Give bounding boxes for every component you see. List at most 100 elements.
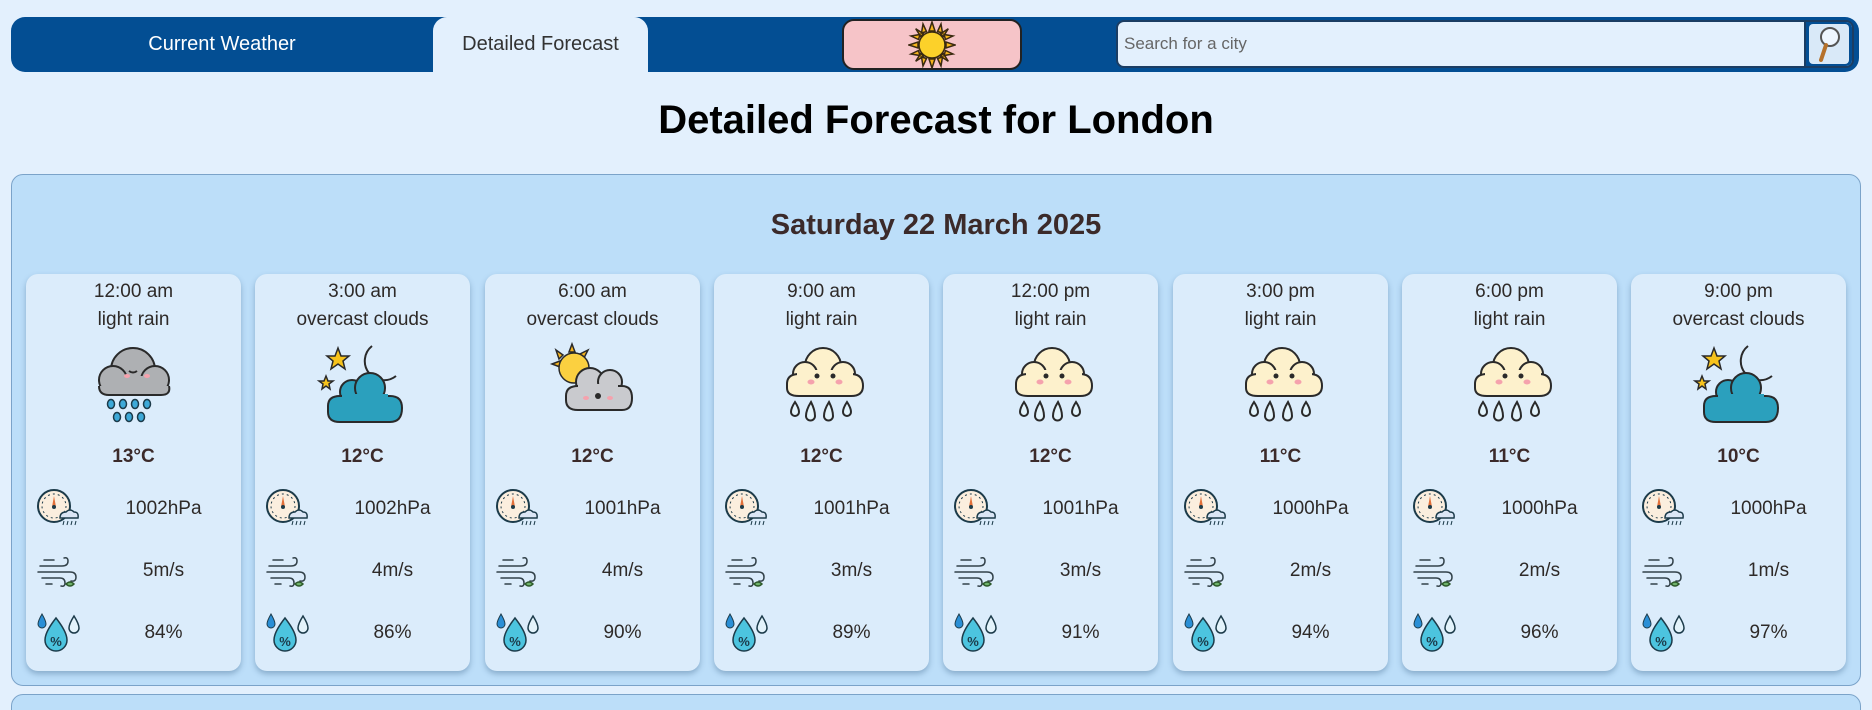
forecast-card: 6:00 pm light rain 11°C 1000hPa 2m/s % 9… xyxy=(1402,274,1617,671)
svg-text:%: % xyxy=(509,634,521,649)
rain-cloud-icon xyxy=(771,338,871,428)
forecast-temperature: 12°C xyxy=(341,446,384,467)
humidity-icon: % xyxy=(724,612,768,656)
forecast-time: 3:00 am xyxy=(328,281,397,302)
forecast-temperature: 11°C xyxy=(1259,446,1302,467)
forecast-time: 6:00 am xyxy=(558,281,627,302)
pressure-gauge-icon xyxy=(1412,488,1456,532)
night-cloud-icon xyxy=(1688,338,1788,428)
wind-row: 5m/s xyxy=(26,550,241,594)
wind-value: 3m/s xyxy=(1059,560,1102,581)
wind-value: 4m/s xyxy=(601,560,644,581)
humidity-row: % 94% xyxy=(1173,612,1388,656)
pressure-value: 1000hPa xyxy=(1272,498,1349,519)
humidity-value: 90% xyxy=(603,622,642,643)
pressure-row: 1001hPa xyxy=(485,488,700,532)
pressure-row: 1000hPa xyxy=(1402,488,1617,532)
pressure-gauge-icon xyxy=(1641,488,1685,532)
pressure-gauge-icon xyxy=(36,488,80,532)
sun-cloud-icon xyxy=(542,338,642,428)
day-title: Saturday 22 March 2025 xyxy=(770,209,1102,241)
forecast-card: 9:00 pm overcast clouds 10°C 1000hPa 1m/… xyxy=(1631,274,1846,671)
wind-icon xyxy=(1641,550,1685,594)
humidity-value: 96% xyxy=(1520,622,1559,643)
forecast-description: light rain xyxy=(1244,309,1317,330)
magnifier-icon xyxy=(1819,27,1840,62)
wind-row: 3m/s xyxy=(943,550,1158,594)
humidity-value: 84% xyxy=(144,622,183,643)
forecast-card: 12:00 am light rain 13°C 1002hPa 5m/s % … xyxy=(26,274,241,671)
pressure-row: 1002hPa xyxy=(26,488,241,532)
forecast-card: 3:00 am overcast clouds 12°C 1002hPa 4m/… xyxy=(255,274,470,671)
pressure-row: 1000hPa xyxy=(1631,488,1846,532)
svg-text:%: % xyxy=(1655,634,1667,649)
wind-icon xyxy=(724,550,768,594)
wind-icon xyxy=(265,550,309,594)
wind-value: 2m/s xyxy=(1289,560,1332,581)
pressure-gauge-icon xyxy=(724,488,768,532)
humidity-icon: % xyxy=(1412,612,1456,656)
svg-text:%: % xyxy=(50,634,62,649)
search-button[interactable] xyxy=(1804,22,1852,66)
forecast-temperature: 12°C xyxy=(800,446,843,467)
forecast-card: 12:00 pm light rain 12°C 1001hPa 3m/s % … xyxy=(943,274,1158,671)
humidity-row: % 96% xyxy=(1402,612,1617,656)
pressure-row: 1001hPa xyxy=(714,488,929,532)
theme-toggle-button[interactable] xyxy=(842,19,1022,70)
search-input[interactable] xyxy=(1118,22,1802,66)
grey-rain-cloud-icon xyxy=(83,338,183,428)
forecast-temperature: 11°C xyxy=(1488,446,1531,467)
humidity-row: % 97% xyxy=(1631,612,1846,656)
humidity-icon: % xyxy=(265,612,309,656)
wind-row: 2m/s xyxy=(1173,550,1388,594)
page-title: Detailed Forecast for London xyxy=(658,98,1214,142)
wind-icon xyxy=(1412,550,1456,594)
svg-text:%: % xyxy=(1426,634,1438,649)
humidity-value: 89% xyxy=(832,622,871,643)
humidity-row: % 86% xyxy=(255,612,470,656)
wind-icon xyxy=(953,550,997,594)
forecast-description: light rain xyxy=(1014,309,1087,330)
humidity-value: 94% xyxy=(1291,622,1330,643)
wind-row: 3m/s xyxy=(714,550,929,594)
wind-icon xyxy=(1183,550,1227,594)
rain-cloud-icon xyxy=(1459,338,1559,428)
pressure-row: 1001hPa xyxy=(943,488,1158,532)
next-day-panel xyxy=(11,694,1861,710)
pressure-value: 1000hPa xyxy=(1730,498,1807,519)
forecast-time: 9:00 pm xyxy=(1704,281,1773,302)
wind-icon xyxy=(495,550,539,594)
forecast-temperature: 13°C xyxy=(112,446,155,467)
pressure-value: 1002hPa xyxy=(125,498,202,519)
wind-row: 4m/s xyxy=(255,550,470,594)
pressure-gauge-icon xyxy=(265,488,309,532)
wind-value: 1m/s xyxy=(1747,560,1790,581)
wind-row: 2m/s xyxy=(1402,550,1617,594)
tab-detailed-forecast[interactable]: Detailed Forecast xyxy=(433,17,648,72)
forecast-time: 12:00 am xyxy=(93,281,174,302)
pressure-gauge-icon xyxy=(1183,488,1227,532)
humidity-icon: % xyxy=(953,612,997,656)
humidity-row: % 89% xyxy=(714,612,929,656)
forecast-description: light rain xyxy=(785,309,858,330)
wind-row: 4m/s xyxy=(485,550,700,594)
forecast-card: 9:00 am light rain 12°C 1001hPa 3m/s % 8… xyxy=(714,274,929,671)
top-nav: Current Weather Detailed Forecast xyxy=(11,17,1859,72)
pressure-value: 1001hPa xyxy=(584,498,661,519)
tab-current-weather[interactable]: Current Weather xyxy=(11,17,433,72)
forecast-temperature: 12°C xyxy=(571,446,614,467)
forecast-description: overcast clouds xyxy=(526,309,659,330)
humidity-icon: % xyxy=(1183,612,1227,656)
search-bar xyxy=(1116,20,1854,68)
forecast-description: light rain xyxy=(1473,309,1546,330)
wind-icon xyxy=(36,550,80,594)
pressure-value: 1002hPa xyxy=(354,498,431,519)
humidity-row: % 90% xyxy=(485,612,700,656)
wind-row: 1m/s xyxy=(1631,550,1846,594)
forecast-description: light rain xyxy=(97,309,170,330)
forecast-time: 3:00 pm xyxy=(1246,281,1315,302)
humidity-row: % 84% xyxy=(26,612,241,656)
humidity-value: 97% xyxy=(1749,622,1788,643)
forecast-time: 9:00 am xyxy=(787,281,856,302)
forecast-description: overcast clouds xyxy=(1672,309,1805,330)
